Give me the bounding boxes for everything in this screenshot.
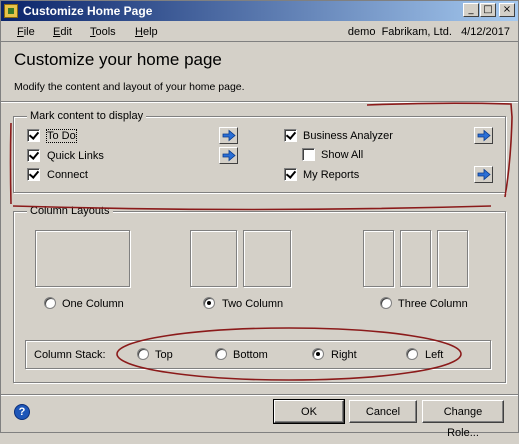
stack-bottom-label[interactable]: Bottom	[233, 349, 268, 361]
header-separator	[1, 101, 518, 103]
user-date: 4/12/2017	[461, 26, 510, 38]
session-info: demo Fabrikam, Ltd. 4/12/2017	[348, 26, 510, 38]
title-bar: Customize Home Page _ □ ×	[1, 1, 518, 21]
change-role-button[interactable]: Change Role...	[422, 400, 504, 439]
three-column-preview-1[interactable]	[363, 230, 394, 287]
arrow-right-icon	[477, 129, 491, 142]
stack-top-radio[interactable]	[137, 348, 149, 360]
stack-left-label[interactable]: Left	[425, 349, 443, 361]
page-description: Modify the content and layout of your ho…	[14, 81, 245, 93]
menu-tools[interactable]: Tools	[90, 26, 116, 38]
todo-label[interactable]: To Do	[46, 129, 77, 143]
menu-file[interactable]: File	[17, 26, 35, 38]
page-title: Customize your home page	[14, 50, 222, 69]
stack-bottom-radio[interactable]	[215, 348, 227, 360]
three-column-radio[interactable]	[380, 297, 392, 309]
my-reports-checkbox[interactable]	[284, 168, 297, 181]
menu-edit[interactable]: Edit	[53, 26, 72, 38]
company-name: Fabrikam, Ltd.	[381, 26, 452, 38]
arrow-right-icon	[222, 129, 236, 142]
column-layouts-label: Column Layouts	[27, 205, 113, 217]
arrow-right-icon	[222, 149, 236, 162]
one-column-radio[interactable]	[44, 297, 56, 309]
show-all-checkbox[interactable]	[302, 148, 315, 161]
stack-right-label[interactable]: Right	[331, 349, 357, 361]
three-column-preview-2[interactable]	[400, 230, 431, 287]
quick-links-checkbox[interactable]	[27, 149, 40, 162]
window-title: Customize Home Page	[23, 4, 153, 18]
app-icon	[4, 4, 18, 18]
minimize-button[interactable]: _	[463, 3, 479, 17]
maximize-button[interactable]: □	[480, 3, 496, 17]
quick-links-label[interactable]: Quick Links	[47, 150, 104, 162]
two-column-label[interactable]: Two Column	[222, 298, 283, 310]
cancel-button[interactable]: Cancel	[349, 400, 417, 423]
stack-left-radio[interactable]	[406, 348, 418, 360]
three-column-preview-3[interactable]	[437, 230, 468, 287]
three-column-label[interactable]: Three Column	[398, 298, 468, 310]
connect-checkbox[interactable]	[27, 168, 40, 181]
two-column-preview-left[interactable]	[190, 230, 237, 287]
one-column-preview[interactable]	[35, 230, 130, 287]
menu-bar: File Edit Tools Help demo Fabrikam, Ltd.…	[1, 22, 518, 42]
customize-home-page-window: Customize Home Page _ □ × File Edit Tool…	[0, 0, 519, 439]
ok-button[interactable]: OK	[273, 399, 345, 424]
todo-checkbox[interactable]	[27, 129, 40, 142]
help-icon[interactable]: ?	[14, 404, 30, 420]
business-analyzer-checkbox[interactable]	[284, 129, 297, 142]
content-group-label: Mark content to display	[27, 110, 147, 122]
business-analyzer-arrow-button[interactable]	[474, 127, 493, 144]
footer-separator	[1, 394, 518, 396]
stack-top-label[interactable]: Top	[155, 349, 173, 361]
one-column-label[interactable]: One Column	[62, 298, 124, 310]
quick-links-arrow-button[interactable]	[219, 147, 238, 164]
two-column-preview-right[interactable]	[243, 230, 291, 287]
two-column-radio[interactable]	[203, 297, 215, 309]
close-button[interactable]: ×	[499, 3, 515, 17]
user-name: demo	[347, 26, 376, 38]
arrow-right-icon	[477, 168, 491, 181]
business-analyzer-label[interactable]: Business Analyzer	[303, 130, 393, 142]
show-all-label[interactable]: Show All	[321, 149, 363, 161]
column-stack-label: Column Stack:	[34, 349, 106, 361]
my-reports-arrow-button[interactable]	[474, 166, 493, 183]
annotation-left-stroke	[9, 122, 12, 205]
menu-help[interactable]: Help	[135, 26, 158, 38]
todo-arrow-button[interactable]	[219, 127, 238, 144]
connect-label[interactable]: Connect	[47, 169, 88, 181]
my-reports-label[interactable]: My Reports	[303, 169, 359, 181]
stack-right-radio[interactable]	[312, 348, 324, 360]
